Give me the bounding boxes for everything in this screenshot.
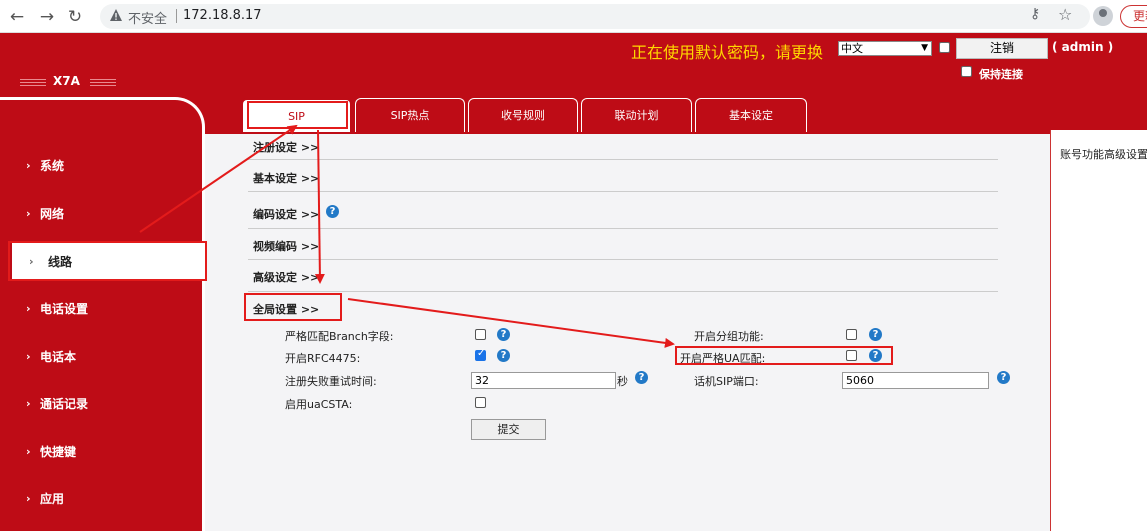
section-advanced-settings[interactable]: 高级设定 >> (253, 269, 319, 285)
logo-text: X7A (53, 74, 80, 88)
insecure-label: 不安全 (128, 12, 168, 27)
sidebar-item-shortcuts[interactable]: › 快捷键 (0, 433, 200, 471)
warning-icon (110, 9, 122, 21)
divider (248, 191, 998, 192)
retry-time-label: 注册失败重试时间: (285, 375, 377, 388)
header-checkbox[interactable] (939, 42, 950, 53)
reload-icon[interactable]: ↻ (64, 6, 86, 28)
chevron-right-icon: › (26, 207, 31, 220)
keep-connected-label: 保持连接 (979, 68, 1023, 81)
section-basic-settings[interactable]: 基本设定 >> (253, 170, 319, 186)
tab-sip-hotspot[interactable]: SIP热点 (355, 98, 465, 132)
annotation-box-strict-ua (675, 346, 893, 365)
tab-dial-rules[interactable]: 收号规则 (468, 98, 578, 132)
logout-button[interactable]: 注销 (956, 38, 1048, 59)
language-value: 中文 (841, 42, 863, 55)
user-label: ( admin ) (1052, 40, 1114, 54)
help-icon[interactable]: ? (869, 328, 882, 341)
sidebar-item-system[interactable]: › 系统 (0, 147, 200, 185)
help-icon[interactable]: ? (635, 371, 648, 384)
help-panel: 账号功能高级设置 (1050, 130, 1147, 531)
key-icon[interactable]: ⚷ (1030, 6, 1040, 22)
sip-port-label: 话机SIP端口: (694, 375, 759, 388)
retry-time-input[interactable]: 32 (471, 372, 616, 389)
help-icon[interactable]: ? (497, 328, 510, 341)
keep-connected-checkbox[interactable] (961, 66, 972, 77)
group-feature-checkbox[interactable] (846, 329, 857, 340)
sidebar-item-network[interactable]: › 网络 (0, 195, 200, 233)
section-video-codec[interactable]: 视频编码 >> (253, 238, 319, 254)
section-codec-settings[interactable]: 编码设定 >> (253, 206, 319, 222)
chevron-right-icon: › (26, 302, 31, 315)
annotation-box-global-settings (244, 293, 342, 321)
divider (176, 9, 177, 23)
help-icon[interactable]: ? (326, 205, 339, 218)
chevron-right-icon: › (26, 492, 31, 505)
url-text[interactable]: 172.18.8.17 (183, 8, 262, 23)
sidebar-item-label: 快捷键 (40, 445, 77, 459)
sidebar-item-label: 电话本 (40, 350, 77, 364)
rfc4475-checkbox[interactable] (475, 348, 486, 361)
retry-time-unit: 秒 (617, 375, 628, 388)
back-icon[interactable]: ← (6, 6, 28, 28)
chevron-right-icon: › (26, 350, 31, 363)
tab-linkage-plan[interactable]: 联动计划 (581, 98, 692, 132)
uacsta-checkbox[interactable] (475, 397, 486, 408)
update-button[interactable]: 更新 (1120, 5, 1147, 28)
language-select[interactable]: 中文 ▼ (838, 41, 932, 56)
browser-toolbar: ← → ↻ 不安全 172.18.8.17 ⚷ ☆ 更新 (0, 0, 1147, 33)
tab-basic-settings[interactable]: 基本设定 (695, 98, 807, 132)
logo-decoration (20, 79, 46, 86)
annotation-box-lines (8, 241, 207, 281)
help-icon[interactable]: ? (497, 349, 510, 362)
sidebar-item-label: 应用 (40, 492, 65, 506)
sidebar-item-label: 通话记录 (40, 397, 89, 411)
profile-icon[interactable] (1093, 6, 1113, 26)
sidebar-item-apps[interactable]: › 应用 (0, 480, 200, 518)
address-bar[interactable]: 不安全 172.18.8.17 ⚷ ☆ (100, 4, 1090, 29)
divider (248, 259, 998, 260)
divider (248, 291, 998, 292)
sidebar-item-phone-settings[interactable]: › 电话设置 (0, 290, 200, 328)
annotation-box-sip-tab (247, 101, 348, 129)
sidebar-item-phonebook[interactable]: › 电话本 (0, 338, 200, 376)
sidebar-item-label: 网络 (40, 207, 65, 221)
strict-branch-label: 严格匹配Branch字段: (285, 330, 394, 343)
submit-button[interactable]: 提交 (471, 419, 546, 440)
chevron-right-icon: › (26, 159, 31, 172)
divider (248, 228, 998, 229)
uacsta-label: 启用uaCSTA: (285, 398, 353, 411)
star-icon[interactable]: ☆ (1058, 5, 1072, 24)
chevron-right-icon: › (26, 397, 31, 410)
forward-icon[interactable]: → (36, 6, 58, 28)
strict-branch-checkbox[interactable] (475, 329, 486, 340)
sidebar-item-call-log[interactable]: › 通话记录 (0, 385, 200, 423)
group-feature-label: 开启分组功能: (694, 330, 764, 343)
help-icon[interactable]: ? (997, 371, 1010, 384)
divider (248, 159, 998, 160)
rfc4475-label: 开启RFC4475: (285, 352, 361, 365)
sip-port-input[interactable]: 5060 (842, 372, 989, 389)
section-register-settings[interactable]: 注册设定 >> (253, 139, 319, 155)
logo-decoration (90, 79, 116, 86)
chevron-right-icon: › (26, 445, 31, 458)
help-text: 账号功能高级设置 (1060, 148, 1147, 161)
default-password-warning: 正在使用默认密码，请更换 (631, 43, 824, 62)
sidebar-item-label: 系统 (40, 159, 65, 173)
chevron-down-icon: ▼ (921, 43, 928, 53)
sidebar-item-label: 电话设置 (40, 302, 89, 316)
